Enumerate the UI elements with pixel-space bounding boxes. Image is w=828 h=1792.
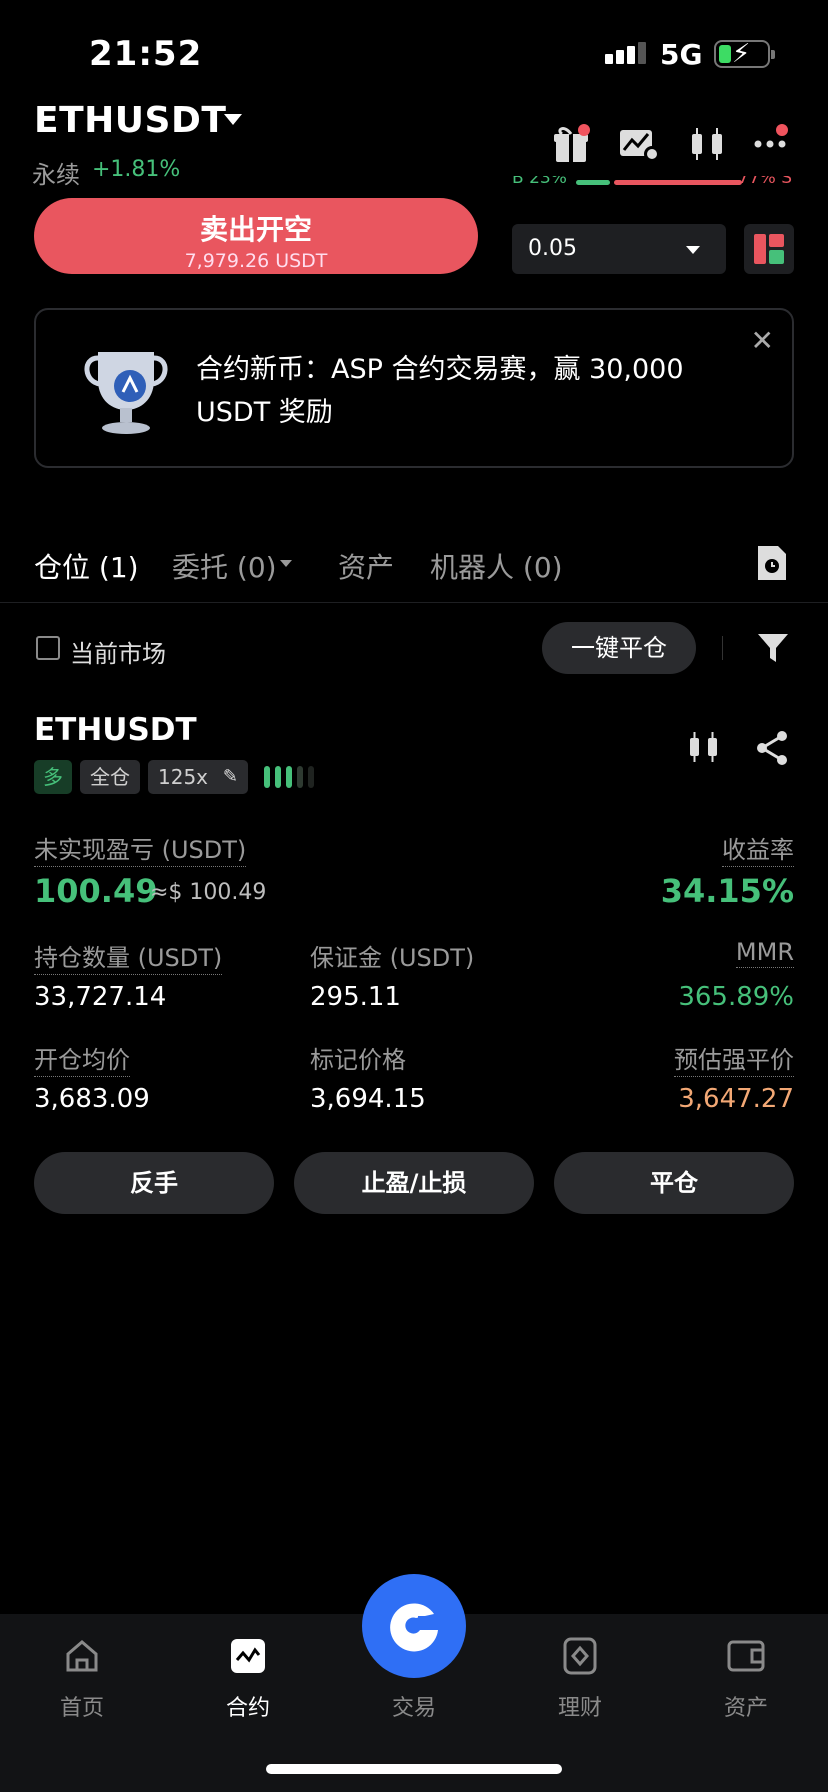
- roe-value: 34.15%: [660, 872, 794, 910]
- separator: [722, 636, 723, 660]
- nav-earn-label: 理财: [557, 1696, 602, 1721]
- chevron-down-icon: [686, 246, 700, 254]
- share-icon[interactable]: [754, 728, 790, 768]
- tab-bots[interactable]: 机器人 (0): [430, 546, 563, 586]
- status-time: 21:52: [89, 34, 203, 74]
- mmr-label[interactable]: MMR: [735, 938, 794, 968]
- close-icon[interactable]: ✕: [751, 324, 774, 357]
- home-indicator[interactable]: [266, 1764, 562, 1774]
- chevron-down-icon[interactable]: [280, 560, 292, 567]
- nav-assets-label: 资产: [723, 1696, 768, 1721]
- tp-sl-button[interactable]: 止盈/止损: [294, 1152, 534, 1214]
- mmr-value: 365.89%: [678, 982, 794, 1012]
- position-size-label[interactable]: 持仓数量 (USDT): [34, 938, 223, 975]
- sell-short-amount: 7,979.26 USDT: [184, 250, 328, 272]
- margin-mode-badge: 全仓: [80, 760, 140, 794]
- nav-home-label: 首页: [59, 1696, 104, 1721]
- contract-type: 永续: [32, 161, 80, 189]
- adl-indicator: [264, 766, 314, 788]
- quantity-select[interactable]: 0.05: [512, 224, 726, 274]
- symbol-dropdown-icon[interactable]: [224, 114, 242, 125]
- trophy-icon: [76, 340, 176, 440]
- edit-icon[interactable]: ✎: [223, 760, 238, 794]
- tab-assets[interactable]: 资产: [338, 546, 394, 586]
- current-market-checkbox[interactable]: [36, 636, 60, 660]
- position-size-value: 33,727.14: [34, 982, 167, 1012]
- signal-icon: [605, 42, 646, 64]
- nav-futures[interactable]: 合约: [188, 1636, 308, 1722]
- ratio-sell: 77% S: [738, 176, 792, 188]
- layout-switch-icon[interactable]: [744, 224, 794, 274]
- nav-home[interactable]: 首页: [22, 1636, 142, 1722]
- history-icon[interactable]: [756, 544, 788, 582]
- promo-banner[interactable]: 合约新币：ASP 合约交易赛，赢 30,000 USDT 奖励 ✕: [34, 308, 794, 468]
- unrealized-pnl-usd: ≈$ 100.49: [150, 880, 267, 905]
- symbol-title[interactable]: ETHUSDT: [34, 100, 226, 141]
- side-badge: 多: [34, 760, 72, 794]
- nav-futures-label: 合约: [225, 1696, 270, 1721]
- ratio-buy: B 23%: [512, 176, 567, 188]
- tab-positions[interactable]: 仓位 (1): [34, 546, 139, 586]
- candlestick-icon[interactable]: [684, 120, 732, 168]
- price-change: +1.81%: [92, 157, 181, 182]
- candlestick-icon[interactable]: [686, 728, 722, 768]
- entry-price-value: 3,683.09: [34, 1084, 150, 1114]
- chart-settings-icon[interactable]: [616, 120, 664, 168]
- reverse-button[interactable]: 反手: [34, 1152, 274, 1214]
- sell-short-button[interactable]: 卖出开空 7,979.26 USDT: [34, 198, 478, 274]
- unrealized-pnl-value: 100.49: [34, 872, 158, 910]
- mark-price-label: 标记价格: [310, 1046, 406, 1074]
- home-icon: [62, 1636, 102, 1676]
- filter-icon[interactable]: [756, 630, 790, 666]
- futures-icon: [228, 1636, 268, 1676]
- margin-label: 保证金 (USDT): [310, 944, 475, 972]
- unrealized-pnl-label[interactable]: 未实现盈亏 (USDT): [34, 830, 247, 867]
- more-icon[interactable]: [750, 120, 798, 168]
- network-type: 5G: [660, 38, 703, 71]
- roe-label[interactable]: 收益率: [722, 830, 794, 867]
- mark-price-value: 3,694.15: [310, 1084, 426, 1114]
- nav-trade-label: 交易: [391, 1696, 436, 1721]
- gift-icon[interactable]: [548, 120, 596, 168]
- leverage-badge[interactable]: 125x ✎: [148, 760, 248, 794]
- liquidation-price-value: 3,647.27: [678, 1084, 794, 1114]
- entry-price-label[interactable]: 开仓均价: [34, 1040, 130, 1077]
- long-short-ratio: B 23% 77% S: [512, 176, 792, 194]
- current-market-label[interactable]: 当前市场: [70, 634, 166, 669]
- battery-icon: ⚡: [714, 39, 775, 69]
- quantity-value: 0.05: [528, 236, 577, 261]
- liquidation-price-label[interactable]: 预估强平价: [674, 1040, 794, 1077]
- close-position-button[interactable]: 平仓: [554, 1152, 794, 1214]
- wallet-icon: [726, 1636, 766, 1676]
- position-symbol: ETHUSDT: [34, 712, 197, 748]
- close-all-button[interactable]: 一键平仓: [542, 622, 696, 674]
- promo-text: 合约新币：ASP 合约交易赛，赢 30,000 USDT 奖励: [196, 354, 684, 428]
- nav-earn[interactable]: 理财: [520, 1636, 640, 1722]
- sell-short-label: 卖出开空: [199, 213, 312, 246]
- earn-icon: [560, 1636, 600, 1676]
- trade-fab-button[interactable]: [362, 1574, 466, 1678]
- trade-logo-icon: [390, 1603, 438, 1652]
- tab-orders[interactable]: 委托 (0): [172, 546, 277, 586]
- nav-assets[interactable]: 资产: [686, 1636, 806, 1722]
- tab-divider: [0, 602, 828, 603]
- leverage-value: 125x: [158, 765, 209, 789]
- margin-value: 295.11: [310, 982, 401, 1012]
